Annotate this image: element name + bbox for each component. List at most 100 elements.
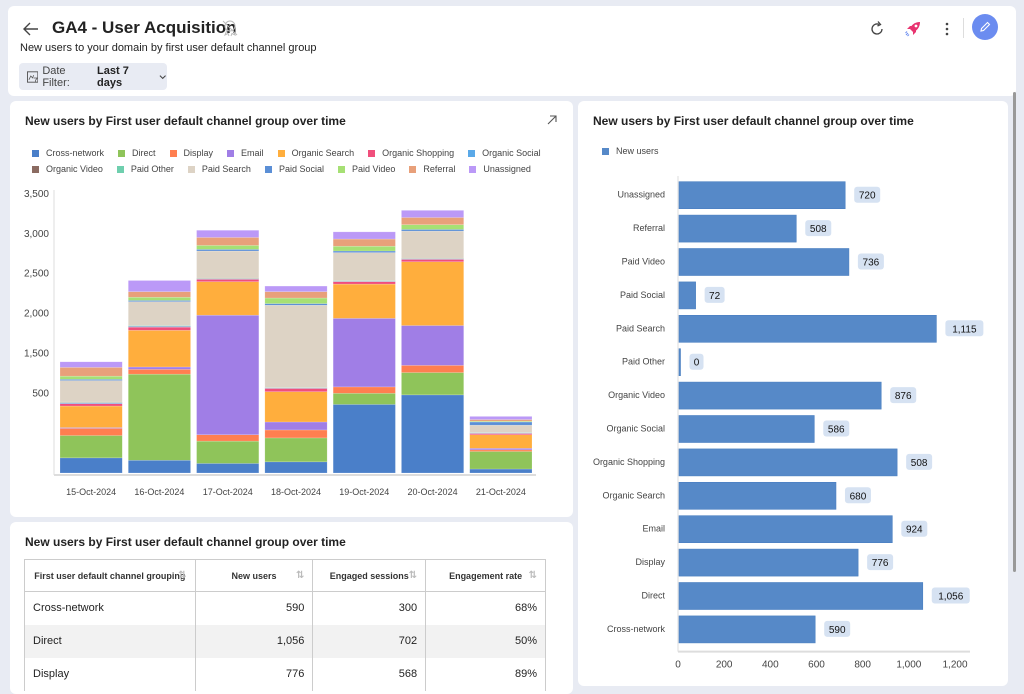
bar-segment[interactable] — [128, 296, 191, 301]
bar[interactable] — [678, 582, 924, 610]
bar-segment[interactable] — [264, 304, 328, 388]
bar-segment[interactable] — [401, 325, 464, 366]
sort-icon[interactable]: ⇅ — [178, 570, 186, 581]
bar-segment[interactable] — [59, 367, 123, 377]
bar-segment[interactable] — [469, 468, 533, 474]
bar-segment[interactable] — [196, 245, 260, 250]
bar-segment[interactable] — [332, 245, 396, 252]
bar-segment[interactable] — [59, 380, 123, 403]
bar-segment[interactable] — [264, 285, 328, 292]
bar-segment[interactable] — [332, 238, 396, 247]
bar-segment[interactable] — [128, 291, 191, 298]
bar-segment[interactable] — [128, 326, 191, 331]
bar-segment[interactable] — [196, 434, 260, 442]
back-button[interactable] — [20, 18, 42, 40]
bar-segment[interactable] — [469, 424, 533, 433]
bar-segment[interactable] — [264, 291, 328, 299]
bar-segment[interactable] — [196, 463, 260, 474]
bar[interactable] — [678, 481, 837, 510]
bar-segment[interactable] — [128, 330, 191, 368]
bar-segment[interactable] — [401, 372, 464, 396]
bar-segment[interactable] — [59, 435, 123, 459]
bar[interactable] — [678, 448, 898, 477]
more-options-button[interactable] — [936, 18, 958, 40]
bar-segment[interactable] — [196, 314, 260, 435]
bar-segment[interactable] — [196, 237, 260, 246]
bar-segment[interactable] — [59, 403, 123, 407]
bar[interactable] — [678, 615, 816, 644]
bar-segment[interactable] — [332, 231, 396, 240]
bar-segment[interactable] — [196, 250, 260, 279]
bar[interactable] — [678, 181, 846, 209]
certified-badge-icon[interactable] — [220, 18, 240, 38]
bar-segment[interactable] — [128, 369, 191, 375]
column-header-channel[interactable]: First user default channel grouping ⇅ — [24, 559, 196, 592]
bar-segment[interactable] — [401, 230, 464, 259]
bar[interactable] — [678, 214, 797, 243]
bar-segment[interactable] — [332, 252, 396, 281]
bar-segment[interactable] — [469, 451, 533, 470]
rocket-button[interactable] — [902, 18, 924, 40]
bar[interactable] — [678, 548, 859, 577]
bar-segment[interactable] — [401, 365, 464, 373]
bar-segment[interactable] — [264, 391, 328, 423]
bar-segment[interactable] — [128, 301, 191, 326]
bar-segment[interactable] — [401, 394, 464, 474]
bar[interactable] — [678, 348, 681, 376]
page-scrollbar[interactable] — [1013, 92, 1016, 572]
bar-segment[interactable] — [264, 437, 328, 463]
column-header-engagement-rate[interactable]: Engagement rate ⇅ — [425, 559, 546, 592]
sort-icon[interactable]: ⇅ — [409, 570, 417, 581]
edit-button[interactable] — [972, 14, 998, 40]
bar-segment[interactable] — [332, 404, 396, 474]
bar-segment[interactable] — [264, 429, 328, 439]
bar-segment[interactable] — [401, 224, 464, 230]
column-header-new-users[interactable]: New users ⇅ — [194, 559, 314, 592]
bar-segment[interactable] — [59, 405, 123, 428]
bar-segment[interactable] — [128, 459, 191, 474]
sort-icon[interactable]: ⇅ — [296, 570, 304, 581]
table-row[interactable]: Display 776 568 89% — [24, 657, 546, 691]
bar-segment[interactable] — [59, 375, 123, 380]
bar-segment[interactable] — [59, 428, 123, 436]
bar-segment[interactable] — [128, 280, 191, 292]
bar-segment[interactable] — [264, 461, 328, 474]
x-tick-label: 1,200 — [942, 660, 967, 671]
stacked-chart-card: New users by First user default channel … — [10, 101, 573, 517]
bar-segment[interactable] — [264, 421, 328, 431]
table-row[interactable]: Direct 1,056 702 50% — [24, 624, 546, 658]
bar-segment[interactable] — [401, 261, 464, 326]
bar-segment[interactable] — [196, 279, 260, 282]
bar-segment[interactable] — [469, 434, 533, 449]
bar[interactable] — [678, 415, 815, 443]
bar-segment[interactable] — [401, 210, 464, 218]
refresh-button[interactable] — [866, 18, 888, 40]
bar[interactable] — [678, 248, 850, 276]
bar-segment[interactable] — [196, 440, 260, 464]
bar[interactable] — [678, 515, 893, 544]
bar-segment[interactable] — [332, 281, 396, 285]
bar-segment[interactable] — [469, 421, 533, 426]
bar-segment[interactable] — [332, 318, 396, 388]
bar-segment[interactable] — [128, 373, 191, 461]
bar-segment[interactable] — [332, 393, 396, 405]
bar[interactable] — [678, 281, 696, 310]
bar-segment[interactable] — [59, 457, 123, 474]
bar-segment[interactable] — [59, 361, 123, 368]
bar-segment[interactable] — [332, 283, 396, 319]
sort-icon[interactable]: ⇅ — [529, 570, 537, 581]
bar-segment[interactable] — [196, 281, 260, 316]
bar-segment[interactable] — [264, 297, 328, 304]
bar-segment[interactable] — [332, 386, 396, 394]
bar-segment[interactable] — [401, 259, 464, 263]
bar-segment[interactable] — [264, 388, 328, 392]
bar[interactable] — [678, 381, 882, 410]
bar[interactable] — [678, 315, 937, 343]
table-row[interactable]: Cross-network 590 300 68% — [24, 591, 546, 625]
column-header-engaged-sessions[interactable]: Engaged sessions ⇅ — [312, 559, 427, 592]
bar-segment[interactable] — [128, 366, 191, 370]
bar-segment[interactable] — [401, 217, 464, 225]
date-filter-button[interactable]: Date Filter: Last 7 days — [19, 63, 167, 90]
bar-segment[interactable] — [196, 230, 260, 238]
bar-segment[interactable] — [469, 416, 533, 420]
